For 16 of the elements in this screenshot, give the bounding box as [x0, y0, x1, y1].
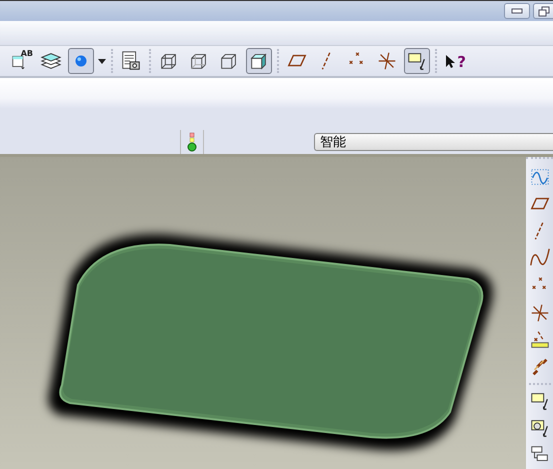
pointer-icon [445, 54, 455, 69]
annotation-icon [406, 50, 428, 72]
shaded-cube-button[interactable] [246, 48, 272, 74]
caret-icon[interactable] [98, 58, 106, 64]
restore-button[interactable] [533, 3, 553, 19]
minimize-button[interactable] [504, 3, 530, 19]
context-help-button[interactable]: ? [442, 48, 468, 74]
text-style-button[interactable]: AB [8, 48, 34, 74]
selection-filter-dropdown[interactable]: 智能 [314, 132, 553, 150]
coordinate-system-icon [376, 50, 398, 72]
minimize-icon [511, 8, 523, 14]
table-camera-icon [120, 50, 142, 72]
annotation-icon [528, 417, 550, 440]
annotation-button[interactable] [404, 48, 430, 74]
regeneration-status-icon [187, 132, 197, 152]
restore-icon [538, 6, 550, 16]
